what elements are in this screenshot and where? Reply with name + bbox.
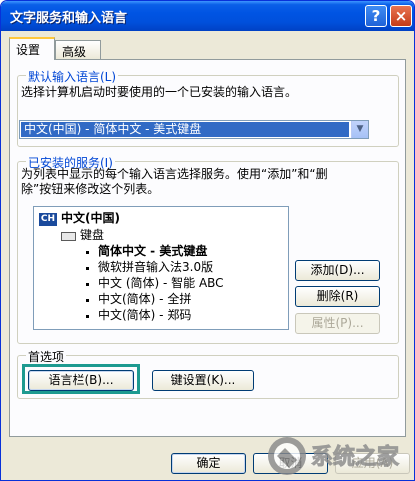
bullet-icon	[86, 315, 89, 318]
chevron-down-icon[interactable]: ▼	[351, 121, 368, 138]
tree-item-service[interactable]: 微软拼音输入法3.0版	[98, 260, 213, 275]
help-button[interactable]: ?	[365, 5, 387, 27]
bullet-icon	[86, 267, 89, 270]
ok-button[interactable]: 确定	[171, 453, 246, 474]
close-button[interactable]: ×	[390, 5, 412, 27]
add-button[interactable]: 添加(D)...	[295, 260, 380, 281]
svg-text:系统之家: 系统之家	[311, 444, 400, 470]
bullet-icon	[86, 299, 89, 302]
services-tree[interactable]: CH 中文(中国) 键盘 简体中文 - 美式键盘 微软拼音输入法3.0版 中文 …	[33, 206, 289, 330]
tree-language[interactable]: 中文(中国)	[61, 211, 120, 226]
installed-services-description-line1: 为列表中显示的每个输入语言选择服务。使用“添加”和“删	[21, 167, 328, 181]
tab-settings[interactable]: 设置	[9, 37, 55, 60]
tree-item-service[interactable]: 简体中文 - 美式键盘	[98, 244, 207, 259]
default-language-legend: 默认输入语言(L)	[26, 68, 119, 85]
watermark-logo: 系统之家	[268, 437, 401, 475]
tree-item-service[interactable]: 中文 (简体) - 智能 ABC	[98, 276, 224, 291]
installed-services-description-line2: 除”按钮来修改这个列表。	[21, 182, 160, 196]
title-bar[interactable]: 文字服务和输入语言 ? ×	[1, 1, 414, 31]
dialog-window: 文字服务和输入语言 ? × 设置 高级 默认输入语言(L) 选择计算机启动时要使…	[0, 0, 415, 481]
bullet-icon	[86, 251, 89, 254]
tab-advanced[interactable]: 高级	[55, 40, 101, 59]
language-badge-icon: CH	[39, 213, 57, 226]
default-language-select[interactable]: 中文(中国) - 简体中文 - 美式键盘 ▼	[19, 120, 369, 139]
tree-item-service[interactable]: 中文(简体) - 全拼	[98, 292, 191, 307]
language-bar-button[interactable]: 语言栏(B)...	[28, 370, 134, 391]
keyboard-icon	[61, 232, 76, 241]
bullet-icon	[86, 283, 89, 286]
tree-category-keyboard[interactable]: 键盘	[80, 228, 104, 243]
key-settings-button[interactable]: 键设置(K)...	[152, 370, 254, 391]
default-language-description: 选择计算机启动时要使用的一个已安装的输入语言。	[21, 85, 298, 99]
tree-item-service[interactable]: 中文(简体) - 郑码	[98, 308, 191, 323]
remove-button[interactable]: 删除(R)	[295, 286, 380, 307]
window-title: 文字服务和输入语言	[10, 11, 128, 26]
properties-button[interactable]: 属性(P)...	[295, 313, 380, 334]
preferences-legend: 首选项	[26, 348, 67, 365]
default-language-value: 中文(中国) - 简体中文 - 美式键盘	[21, 122, 349, 137]
